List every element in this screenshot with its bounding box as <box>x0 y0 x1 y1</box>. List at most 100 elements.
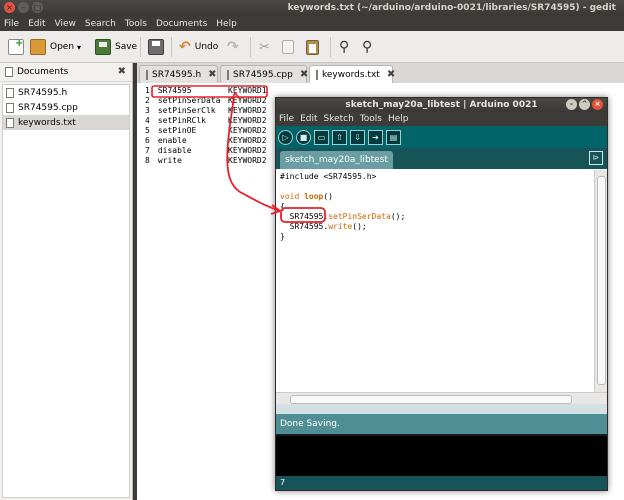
window-titlebar: × – □ keywords.txt (~/arduino/arduino-00… <box>0 0 624 16</box>
close-panel-icon[interactable]: ✖ <box>118 66 126 77</box>
document-item[interactable]: SR74595.h <box>3 85 129 100</box>
side-panel-title: Documents <box>17 67 69 77</box>
tab-keywords-txt[interactable]: keywords.txt ✖ <box>309 65 395 83</box>
search-replace-icon: ⚲ <box>362 39 373 55</box>
redo-button[interactable]: ↷ <box>227 37 239 57</box>
code-editor[interactable]: #include <SR74595.h> void loop() { SR745… <box>276 170 594 392</box>
file-icon <box>6 117 14 128</box>
toolbar-separator <box>330 37 331 57</box>
search-replace-button[interactable]: ⚲ <box>362 37 372 57</box>
status-bar: Done Saving. <box>276 414 607 434</box>
document-item-label: SR74595.cpp <box>18 102 78 113</box>
close-tab-icon[interactable]: ✖ <box>387 69 395 80</box>
close-tab-icon[interactable]: ✖ <box>300 69 308 80</box>
tab-label: SR74595.cpp <box>233 69 293 80</box>
menubar: File Edit View Search Tools Documents He… <box>0 16 624 31</box>
arduino-menu-edit[interactable]: Edit <box>300 114 317 124</box>
tab-sr74595-h[interactable]: SR74595.h ✖ <box>139 65 218 83</box>
arduino-menu-tools[interactable]: Tools <box>360 114 382 124</box>
search-button[interactable]: ⚲ <box>339 37 349 57</box>
search-icon: ⚲ <box>339 39 350 55</box>
scissors-icon: ✂ <box>259 39 270 55</box>
window-title: keywords.txt (~/arduino/arduino-0021/lib… <box>287 3 616 13</box>
undo-label: Undo <box>194 42 219 52</box>
code-line: #include <SR74595.h> <box>280 172 377 181</box>
arduino-window-controls: – ^ × <box>566 99 603 110</box>
toolbar-separator <box>250 37 251 57</box>
save-sketch-icon[interactable]: ⇩ <box>350 129 365 145</box>
minimize-window-icon[interactable]: – <box>18 2 29 13</box>
tab-label: SR74595.h <box>152 69 202 80</box>
code-line: SR74595.write(); <box>289 222 367 231</box>
serial-monitor-icon[interactable]: ▤ <box>386 129 401 145</box>
arduino-toolbar: ▷ ■ ▭ ⇧ ⇩ ➔ ▤ <box>276 126 607 148</box>
tab-label: keywords.txt <box>322 69 380 80</box>
document-item-label: SR74595.h <box>18 87 68 98</box>
window-controls: × – □ <box>4 2 43 13</box>
verify-icon[interactable]: ▷ <box>278 129 293 145</box>
paste-button[interactable] <box>306 37 319 57</box>
code-line: { <box>280 202 285 211</box>
document-item[interactable]: SR74595.cpp <box>3 100 129 115</box>
document-item-selected[interactable]: keywords.txt <box>3 115 129 130</box>
close-tab-icon[interactable]: ✖ <box>208 69 216 80</box>
close-window-icon[interactable]: × <box>592 99 603 110</box>
close-window-icon[interactable]: × <box>4 2 15 13</box>
maximize-window-icon[interactable]: ^ <box>579 99 590 110</box>
menu-tools[interactable]: Tools <box>125 19 147 29</box>
code-line: } <box>280 232 285 241</box>
menu-help[interactable]: Help <box>216 19 237 29</box>
editor-line: 5 setPinOE KEYWORD2 <box>145 126 267 135</box>
print-button[interactable] <box>148 37 164 57</box>
save-button[interactable]: Save <box>95 37 137 57</box>
new-sketch-icon[interactable]: ▭ <box>314 129 329 145</box>
arduino-menubar: File Edit Sketch Tools Help <box>276 112 607 126</box>
document-list: SR74595.h SR74595.cpp keywords.txt <box>2 84 130 498</box>
scroll-thumb[interactable] <box>290 395 572 404</box>
tab-sketch[interactable]: sketch_may20a_libtest <box>280 151 393 169</box>
open-dropdown-button[interactable]: ▾ <box>77 37 81 57</box>
minimize-window-icon[interactable]: – <box>566 99 577 110</box>
open-button[interactable]: Open <box>30 37 74 57</box>
printer-icon <box>148 39 164 55</box>
vertical-scrollbar[interactable] <box>594 170 607 392</box>
line-number-bar: 7 <box>276 476 607 490</box>
redo-arrow-icon: ↷ <box>227 39 239 55</box>
arduino-menu-help[interactable]: Help <box>388 114 409 124</box>
undo-arrow-icon: ↶ <box>179 39 191 55</box>
document-item-label: keywords.txt <box>18 117 76 128</box>
arduino-menu-sketch[interactable]: Sketch <box>324 114 354 124</box>
editor-line: 4 setPinRClk KEYWORD2 <box>145 116 267 125</box>
file-icon <box>316 69 318 80</box>
maximize-window-icon[interactable]: □ <box>32 2 43 13</box>
upload-icon[interactable]: ➔ <box>368 129 383 145</box>
save-icon <box>95 39 111 55</box>
scroll-thumb[interactable] <box>597 176 606 385</box>
console-output <box>276 434 607 478</box>
arduino-tab-bar: sketch_may20a_libtest ⊳ <box>276 148 607 169</box>
new-button[interactable]: + <box>8 37 24 57</box>
arduino-window: sketch_may20a_libtest | Arduino 0021 – ^… <box>275 97 608 491</box>
menu-edit[interactable]: Edit <box>28 19 45 29</box>
code-line: void loop() <box>280 192 333 201</box>
pane-divider[interactable] <box>276 404 607 414</box>
stop-icon[interactable]: ■ <box>296 129 311 145</box>
menu-documents[interactable]: Documents <box>156 19 207 29</box>
arduino-menu-file[interactable]: File <box>279 114 294 124</box>
file-icon <box>6 102 14 113</box>
toolbar-separator <box>140 37 141 57</box>
menu-file[interactable]: File <box>4 19 19 29</box>
cut-button[interactable]: ✂ <box>259 37 270 57</box>
new-document-icon: + <box>8 38 24 55</box>
copy-button[interactable] <box>282 37 294 57</box>
open-sketch-icon[interactable]: ⇧ <box>332 129 347 145</box>
editor-line: 2 setPinSerData KEYWORD2 <box>145 96 267 105</box>
arduino-title: sketch_may20a_libtest | Arduino 0021 <box>345 100 538 110</box>
tab-sr74595-cpp[interactable]: SR74595.cpp ✖ <box>220 65 308 83</box>
tab-bar: SR74595.h ✖ SR74595.cpp ✖ keywords.txt ✖ <box>137 63 624 83</box>
tab-menu-icon[interactable]: ⊳ <box>589 151 603 165</box>
menu-search[interactable]: Search <box>85 19 116 29</box>
menu-view[interactable]: View <box>55 19 76 29</box>
toolbar-separator <box>171 37 172 57</box>
undo-button[interactable]: ↶ Undo <box>179 37 218 57</box>
